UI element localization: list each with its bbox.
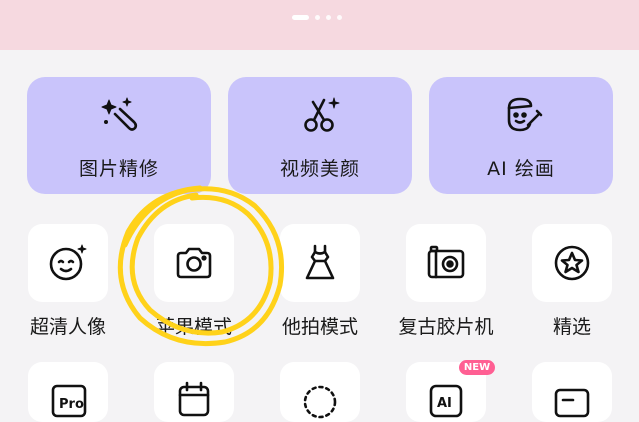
mode-tile-featured[interactable] [532, 224, 612, 302]
carousel-indicator [292, 15, 342, 20]
mode-tile-hd-portrait[interactable] [28, 224, 108, 302]
new-badge: NEW [459, 360, 495, 375]
mode-label: 苹果模式 [155, 316, 232, 338]
carousel-dot [337, 15, 342, 20]
feature-card-photo-retouch[interactable]: 图片精修 [27, 77, 211, 194]
carousel-dot [315, 15, 320, 20]
face-icon [49, 244, 87, 281]
highlight-circle-annotation [117, 185, 285, 347]
svg-text:AI: AI [437, 396, 452, 411]
mode-tile-pro[interactable]: Pro [28, 362, 108, 422]
ai-icon: AI [429, 384, 463, 418]
dotted-circle-icon [303, 385, 337, 419]
pro-icon: Pro [51, 384, 87, 418]
mode-label: 复古胶片机 [398, 316, 494, 338]
carousel-dot [326, 15, 331, 20]
retro-camera-icon [427, 245, 465, 279]
calendar-icon [178, 381, 210, 417]
mode-label: 他拍模式 [281, 316, 358, 338]
id-card-icon [554, 388, 590, 418]
feature-card-video-beauty[interactable]: 视频美颜 [228, 77, 412, 194]
painter-face-icon [507, 97, 543, 132]
feature-label: AI 绘画 [487, 158, 555, 180]
feature-label: 视频美颜 [279, 158, 360, 180]
star-icon [554, 245, 590, 281]
mode-tile-retro-film[interactable] [406, 224, 486, 302]
mode-tile-apple-mode[interactable] [154, 224, 234, 302]
mode-tile-timer[interactable] [280, 362, 360, 422]
mode-label: 超清人像 [29, 316, 106, 338]
dress-icon [305, 244, 335, 280]
svg-text:Pro: Pro [59, 397, 84, 412]
mode-label: 精选 [552, 316, 591, 338]
feature-label: 图片精修 [78, 158, 159, 180]
magic-wand-icon [101, 97, 138, 131]
mode-tile-calendar[interactable] [154, 362, 234, 422]
camera-icon [176, 247, 212, 279]
scissors-icon [304, 97, 340, 132]
feature-card-ai-painting[interactable]: AI 绘画 [429, 77, 613, 194]
mode-tile-id-card[interactable] [532, 362, 612, 422]
mode-tile-others-shoot[interactable] [280, 224, 360, 302]
carousel-dot-active [292, 15, 309, 20]
top-banner[interactable] [0, 0, 639, 50]
